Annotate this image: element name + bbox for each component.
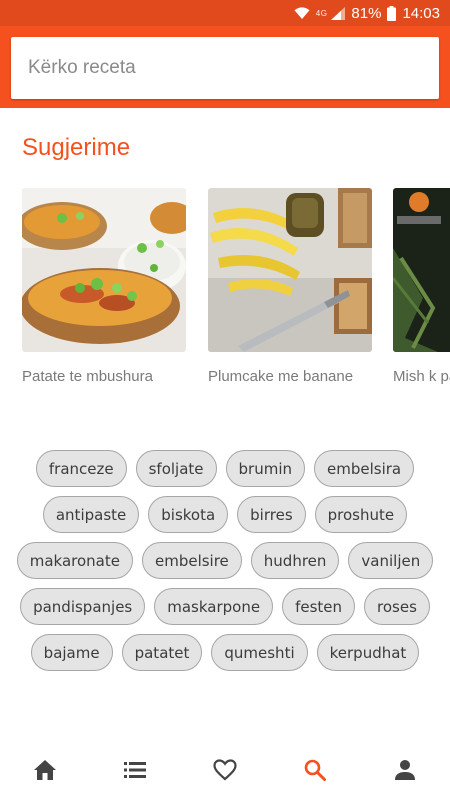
tag-chip[interactable]: qumeshti — [211, 634, 308, 671]
app-bar — [0, 26, 450, 108]
section-title: Sugjerime — [22, 134, 131, 161]
recipe-title: Plumcake me banane — [208, 368, 354, 385]
heart-icon — [213, 759, 237, 781]
tag-chip[interactable]: biskota — [148, 496, 229, 533]
nav-search[interactable] — [270, 740, 360, 800]
tag-row: bajame patatet qumeshti kerpudhat — [0, 634, 450, 671]
tag-chip[interactable]: birres — [237, 496, 306, 533]
tag-chip[interactable]: pandispanjes — [20, 588, 146, 625]
nav-list[interactable] — [90, 740, 180, 800]
tag-chip[interactable]: maskarpone — [154, 588, 274, 625]
nav-home[interactable] — [0, 740, 90, 800]
status-bar: 4G 81% 14:03 — [0, 0, 450, 26]
tag-chip[interactable]: embelsira — [314, 450, 415, 487]
suggestions-carousel[interactable]: Patate te mbushura Plumcake me banane Mi… — [0, 188, 450, 418]
bottom-navigation — [0, 740, 450, 800]
tag-chip[interactable]: sfoljate — [135, 450, 217, 487]
tag-row: antipaste biskota birres proshute — [0, 496, 450, 533]
recipe-image — [208, 188, 372, 352]
recipe-card[interactable]: Plumcake me banane — [208, 188, 372, 387]
person-icon — [395, 760, 415, 780]
tag-chip[interactable]: hudhren — [250, 542, 340, 579]
search-icon — [304, 759, 326, 781]
recipe-title: Mish k patate — [393, 368, 450, 385]
tag-chip[interactable]: proshute — [314, 496, 408, 533]
tag-row: pandispanjes maskarpone festen roses — [0, 588, 450, 625]
tag-chip[interactable]: roses — [364, 588, 430, 625]
tag-row: franceze sfoljate brumin embelsira — [0, 450, 450, 487]
search-input[interactable] — [28, 57, 418, 79]
tag-chip[interactable]: makaronate — [16, 542, 133, 579]
clock: 14:03 — [402, 4, 440, 22]
tag-cloud: franceze sfoljate brumin embelsira antip… — [0, 450, 450, 680]
recipe-card[interactable]: Patate te mbushura — [22, 188, 186, 387]
home-icon — [34, 760, 56, 780]
recipe-title: Patate te mbushura — [22, 368, 153, 385]
network-label: 4G — [315, 8, 328, 18]
battery-percent: 81% — [351, 4, 382, 22]
tag-chip[interactable]: bajame — [30, 634, 113, 671]
tag-chip[interactable]: embelsire — [141, 542, 242, 579]
list-icon — [124, 762, 146, 778]
tag-chip[interactable]: antipaste — [42, 496, 140, 533]
recipe-card[interactable]: Mish k patate — [393, 188, 450, 387]
wifi-icon — [294, 6, 310, 19]
recipe-image — [393, 188, 450, 352]
search-box[interactable] — [11, 37, 439, 99]
nav-favorites[interactable] — [180, 740, 270, 800]
tag-chip[interactable]: kerpudhat — [316, 634, 420, 671]
tag-chip[interactable]: festen — [282, 588, 356, 625]
battery-icon — [387, 5, 397, 21]
tag-chip[interactable]: franceze — [35, 450, 127, 487]
recipe-image — [22, 188, 186, 352]
tag-row: makaronate embelsire hudhren vaniljen — [0, 542, 450, 579]
tag-chip[interactable]: vaniljen — [348, 542, 434, 579]
nav-profile[interactable] — [360, 740, 450, 800]
signal-icon — [331, 6, 346, 20]
tag-chip[interactable]: brumin — [225, 450, 306, 487]
tag-chip[interactable]: patatet — [121, 634, 203, 671]
